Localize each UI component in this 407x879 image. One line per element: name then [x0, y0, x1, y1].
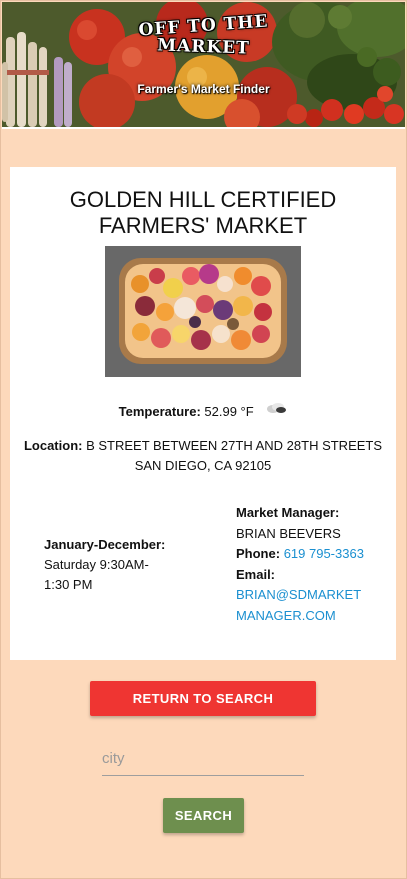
search-button[interactable]: SEARCH: [163, 798, 244, 833]
manager-contact: Market Manager: BRIAN BEEVERS Phone: 619…: [236, 503, 366, 627]
location-label: Location:: [23, 438, 83, 453]
phone-label: Phone:: [236, 546, 281, 562]
cloud-icon: [267, 403, 287, 413]
site-subtitle: Farmer's Market Finder: [137, 82, 270, 96]
market-photo: [105, 246, 301, 377]
return-to-search-button[interactable]: RETURN TO SEARCH: [90, 681, 316, 716]
location-city: SAN DIEGO, CA 92105: [134, 458, 272, 473]
location-block: Location: B STREET BETWEEN 27TH AND 28TH…: [10, 436, 396, 476]
manager-label: Market Manager:: [236, 505, 340, 520]
manager-name: BRIAN BEEVERS: [236, 525, 341, 541]
schedule-text: Saturday 9:30AM-1:30 PM: [44, 557, 149, 592]
phone-link[interactable]: 619 795-3363: [284, 546, 364, 561]
location-street: B STREET BETWEEN 27TH AND 28TH STREETS: [86, 438, 383, 453]
header-banner: OFF TO THE MARKET Farmer's Market Finder: [2, 2, 405, 129]
temperature-row: Temperature: 52.99 °F: [10, 402, 396, 419]
city-search-input[interactable]: [102, 741, 304, 776]
email-link[interactable]: BRIAN@SDMARKETMANAGER.COM: [236, 585, 366, 626]
email-label: Email:: [236, 566, 276, 582]
market-name: GOLDEN HILL CERTIFIED FARMERS' MARKET: [69, 187, 337, 238]
market-detail-card: GOLDEN HILL CERTIFIED FARMERS' MARKET Te…: [10, 167, 396, 660]
temperature-label: Temperature:: [118, 404, 201, 419]
fruit-platter-image: [105, 246, 301, 377]
temperature-value: 52.99 °F: [204, 404, 254, 419]
season-label: January-December:: [44, 537, 166, 552]
market-hours: January-December: Saturday 9:30AM-1:30 P…: [44, 535, 174, 595]
site-logo[interactable]: OFF TO THE MARKET: [2, 11, 405, 58]
